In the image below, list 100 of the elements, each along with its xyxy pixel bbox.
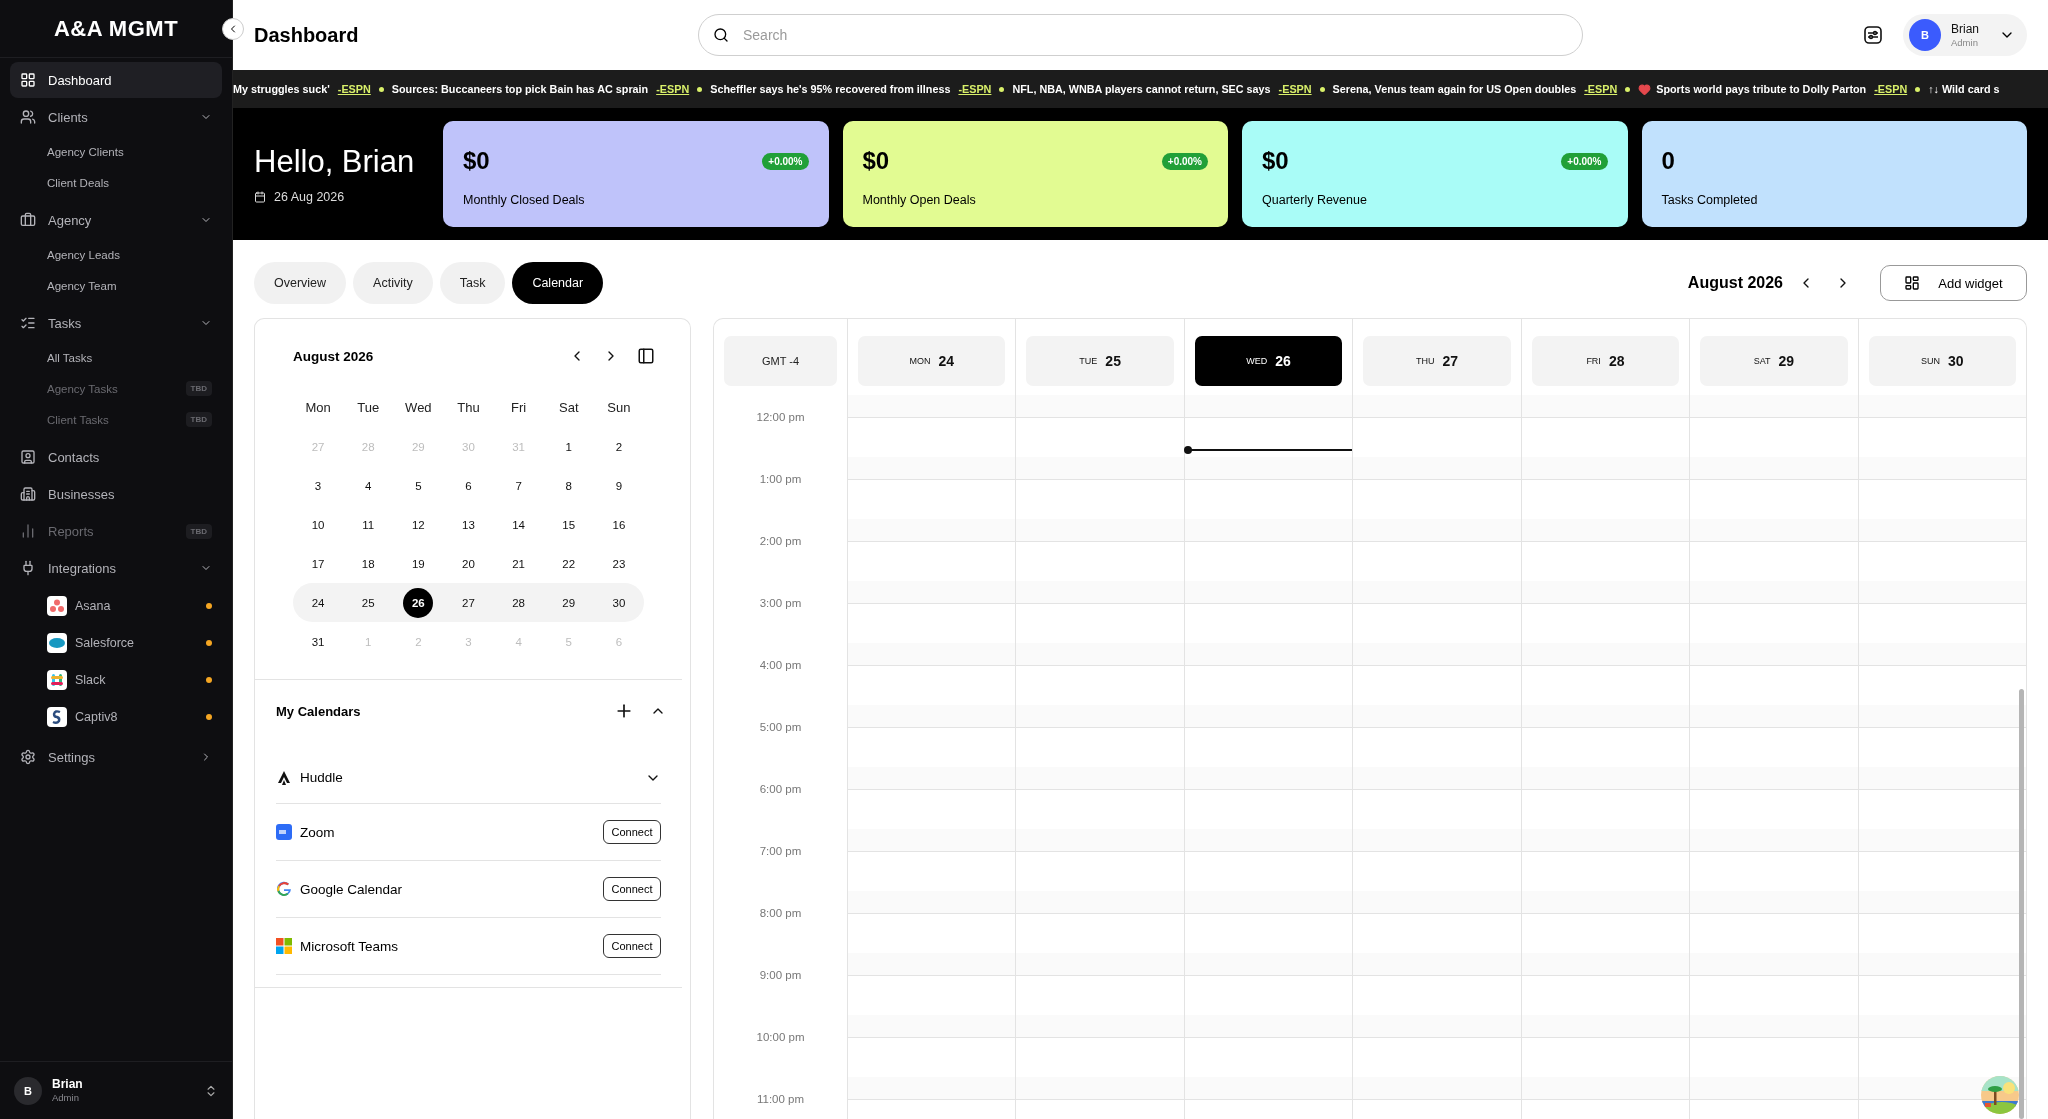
user-menu-button[interactable]: B Brian Admin [1903,14,2027,56]
calendar-day[interactable]: 7 [503,470,534,501]
sliders-icon[interactable] [1863,25,1883,45]
calendar-day[interactable]: 24 [303,587,334,618]
section-title: My Calendars [276,703,362,719]
time-label: 12:00 pm [756,411,805,423]
calendar-day[interactable]: 1 [553,431,584,462]
mountain-logo-icon [276,769,292,786]
time-label: 4:00 pm [759,659,802,671]
briefcase-icon [20,212,36,228]
time-label: 5:00 pm [759,721,802,733]
calendar-day[interactable]: 28 [503,587,534,618]
nav-subitem[interactable]: Slack [10,661,222,698]
source-link[interactable]: -ESPN [1278,83,1312,95]
nav-subitem[interactable]: Captiv8 [10,698,222,735]
calendar-day[interactable]: 13 [453,509,484,540]
calendar-day[interactable]: 4 [353,470,384,501]
calendar-day[interactable]: 22 [553,548,584,579]
day-header[interactable]: MON 24 [858,336,1006,386]
nav-item[interactable]: Agency [10,202,222,238]
connect-button[interactable]: Connect [603,877,661,901]
separator-dot [1625,86,1631,92]
nav-item[interactable]: Clients [10,99,222,135]
time-slot[interactable] [1183,395,1353,457]
nav-subitem[interactable]: All Tasks [10,342,222,373]
users-icon [20,109,36,125]
calendar-day[interactable]: 6 [453,470,484,501]
source-link[interactable]: -ESPN [958,83,992,95]
calendar-day[interactable]: 11 [353,509,384,540]
calendar-day[interactable]: 18 [353,548,384,579]
timezone-pill: GMT -4 [724,336,837,386]
source-link[interactable]: -ESPN [656,83,690,95]
collapse-sidebar-button[interactable] [222,18,244,40]
connect-button[interactable]: Connect [603,934,661,958]
calendar-day[interactable]: 26 [403,587,434,618]
calendar-day[interactable]: 25 [353,587,384,618]
day-header[interactable]: TUE 25 [1026,336,1174,386]
connect-button[interactable]: Connect [603,820,661,844]
tab[interactable]: Calendar [512,262,604,304]
headline-text: Scheffler says he's 95% recovered from illness [710,83,951,95]
calendar-day[interactable]: 31 [303,626,334,657]
calendar-day[interactable]: 17 [303,548,334,579]
nav-subitem[interactable]: Agency Clients [10,136,222,167]
nav-subitem[interactable]: Client Deals [10,167,222,198]
three-dots-logo-icon [47,595,67,616]
nav-subitem[interactable]: Asana [10,587,222,624]
headline-text: Sources: Buccaneers top pick Bain has AC sprain [391,83,649,95]
tab[interactable]: Overview [254,262,347,304]
user-name: Brian [52,1077,84,1093]
day-header[interactable]: WED 26 [1194,336,1343,386]
day-header[interactable]: FRI 28 [1531,336,1680,386]
calendar-day[interactable]: 3 [303,470,334,501]
calendar-day[interactable]: 10 [303,509,334,540]
calendar-day[interactable]: 9 [603,470,634,501]
settings-icon [20,749,36,765]
four-squares-logo-icon [276,938,292,954]
source-link[interactable]: -ESPN [1584,83,1618,95]
calendar-day[interactable]: 20 [453,548,484,579]
source-link[interactable]: -ESPN [1874,83,1908,95]
calendar-day[interactable]: 19 [403,548,434,579]
calendar-day[interactable]: 14 [503,509,534,540]
weekday-label: Thu [457,399,480,415]
add-widget-button[interactable]: Add widget [1880,265,2027,301]
page-title: Dashboard [254,23,360,47]
calendar-day[interactable]: 12 [403,509,434,540]
calendar-day[interactable]: 29 [553,587,584,618]
widget-grid-icon [1904,275,1921,291]
day-header[interactable]: SUN 30 [1868,336,2016,386]
stat-value: 0 [1661,147,1675,175]
calendar-day[interactable]: 23 [603,548,634,579]
calendar-day[interactable]: 2 [603,431,634,462]
tab[interactable]: Activity [353,262,433,304]
tab[interactable]: Task [439,262,506,304]
day-header[interactable]: THU 27 [1363,336,1511,386]
nav-item[interactable]: Tasks [10,305,222,341]
calendar-day[interactable]: 8 [553,470,584,501]
nav-item[interactable]: Businesses [10,476,222,512]
nav-subitem[interactable]: Salesforce [10,624,222,661]
weekday-label: Tue [357,399,380,415]
panel-toggle-icon[interactable] [637,347,655,365]
nav-subitem[interactable]: Agency Leads [10,239,222,270]
source-link[interactable]: -ESPN [337,83,371,95]
stat-value: $0 [1262,147,1289,175]
calendar-day[interactable]: 16 [603,509,634,540]
nav-item[interactable]: Dashboard [10,62,222,98]
nav-item[interactable]: Integrations [10,550,222,586]
checklist-icon [20,315,36,331]
nav-subitem[interactable]: Agency Team [10,270,222,301]
separator-dot [999,86,1005,92]
calendar-day[interactable]: 30 [603,587,634,618]
nav-item[interactable]: Settings [10,739,222,775]
calendar-day[interactable]: 27 [453,587,484,618]
stat-value: $0 [862,147,890,175]
calendar-day[interactable]: 21 [503,548,534,579]
day-header[interactable]: SAT 29 [1700,336,1848,386]
calendar-day[interactable]: 15 [553,509,584,540]
scrollbar[interactable] [2019,689,2024,1119]
calendar-day[interactable]: 5 [403,470,434,501]
nav-item[interactable]: Contacts [10,439,222,475]
tbd-tag: TBD [185,523,212,539]
